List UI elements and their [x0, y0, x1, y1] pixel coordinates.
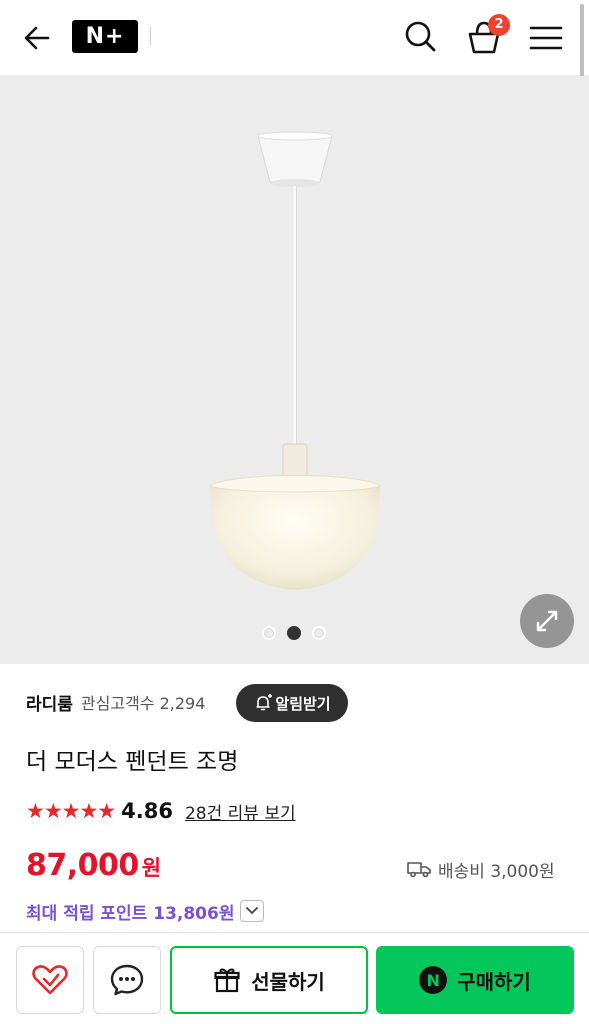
shipping-fee: 배송비 3,000원: [406, 856, 555, 882]
back-arrow-icon[interactable]: [18, 18, 58, 58]
pagination-dot[interactable]: [262, 626, 276, 640]
review-link[interactable]: 28건 리뷰 보기: [185, 799, 296, 824]
expand-image-button[interactable]: [520, 594, 574, 648]
price-currency: 원: [141, 856, 162, 880]
product-image-gallery[interactable]: [0, 76, 589, 664]
gift-label: 선물하기: [251, 969, 325, 994]
pendant-lamp-image: [208, 131, 382, 590]
expand-icon: [536, 610, 558, 632]
top-header: N+ 2: [0, 0, 589, 76]
heart-icon: [32, 965, 68, 995]
naverpay-n-icon: N: [419, 966, 448, 994]
max-points: 최대 적립 포인트 13,806원: [26, 898, 265, 924]
truck-icon: [407, 862, 431, 878]
shipping-fee-text: 배송비 3,000원: [438, 861, 555, 882]
logo-divider: [150, 27, 151, 45]
points-expand-button[interactable]: [240, 900, 265, 922]
pagination-dot-active[interactable]: [287, 626, 301, 640]
cart-count-badge: 2: [488, 14, 510, 36]
star-rating-icon: ★★★★★: [26, 799, 116, 823]
pagination-dot[interactable]: [312, 626, 326, 640]
price: 87,000 원: [26, 848, 161, 883]
max-points-text: 최대 적립 포인트 13,806원: [26, 903, 235, 924]
chevron-down-icon: [246, 907, 259, 914]
buy-label: 구매하기: [457, 969, 531, 994]
product-title: 더 모더스 펜던트 조명: [26, 749, 239, 775]
seller-name[interactable]: 라디룸: [26, 690, 73, 715]
follower-count: 관심고객수 2,294: [80, 694, 206, 713]
rating-score: 4.86: [121, 799, 173, 823]
talk-chat-button[interactable]: [93, 946, 161, 1014]
chat-bubble-icon: [110, 964, 144, 996]
bell-plus-icon: [256, 694, 273, 711]
gift-icon: [214, 968, 240, 993]
store-logo[interactable]: N+: [72, 20, 138, 53]
seller-info: 라디룸 관심고객수 2,294: [26, 682, 205, 722]
price-value: 87,000: [26, 848, 139, 883]
subscribe-alarm-button[interactable]: 알림받기: [236, 684, 348, 722]
gift-button[interactable]: 선물하기: [170, 946, 368, 1014]
menu-icon[interactable]: [526, 18, 566, 58]
wishlist-button[interactable]: [16, 946, 84, 1014]
alarm-label: 알림받기: [275, 694, 331, 713]
search-icon[interactable]: [400, 16, 440, 56]
rating-row: ★★★★★ 4.86 28건 리뷰 보기: [26, 796, 296, 826]
buy-button[interactable]: N 구매하기: [376, 946, 574, 1014]
